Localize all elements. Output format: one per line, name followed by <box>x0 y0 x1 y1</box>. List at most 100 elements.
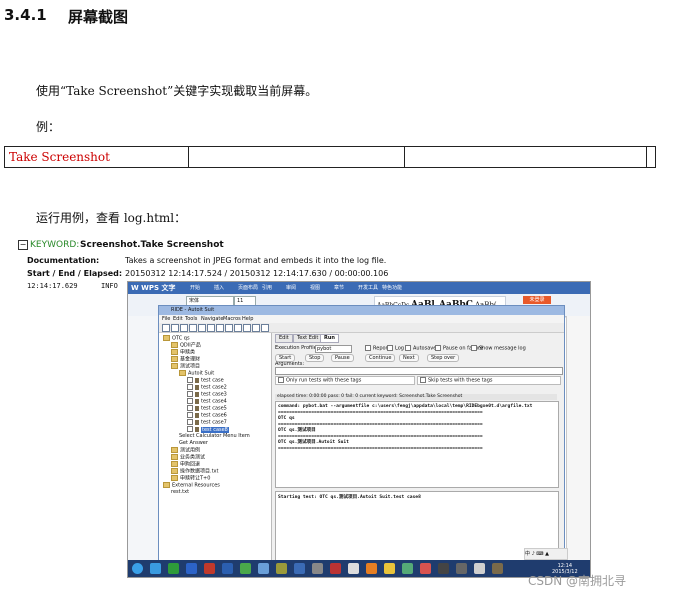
app-icon[interactable] <box>312 563 323 574</box>
tab-run[interactable]: Run <box>320 334 339 343</box>
run-instruction: 运行用例，查看 log.html： <box>36 211 187 225</box>
toolbar-icon[interactable] <box>261 324 269 332</box>
app-icon[interactable] <box>474 563 485 574</box>
tree-item[interactable]: rest.txt <box>171 489 189 496</box>
folder-icon <box>163 335 170 341</box>
option-checkbox[interactable] <box>387 345 393 351</box>
app-icon[interactable] <box>366 563 377 574</box>
tree-item-label: 申赎转让T+0 <box>180 475 211 482</box>
arguments-input[interactable] <box>275 367 563 375</box>
app-icon[interactable] <box>492 563 503 574</box>
tree-item-label: test case3 <box>201 391 227 398</box>
menu-item-file[interactable]: File <box>162 315 170 323</box>
menu-item-navigate[interactable]: Navigate <box>201 315 223 323</box>
run-button-next[interactable]: Next <box>399 354 419 362</box>
message-log: Starting test: OTC qs.测试项目.Autoit Suit.t… <box>275 491 559 561</box>
wps-tab[interactable]: 开始 <box>190 284 200 291</box>
wps-tab[interactable]: 视图 <box>310 284 320 291</box>
run-button-pause[interactable]: Pause <box>331 354 354 362</box>
tree-item[interactable]: Get Answer <box>179 440 208 447</box>
test-checkbox[interactable] <box>187 384 193 390</box>
app-icon[interactable] <box>240 563 251 574</box>
toolbar-icon[interactable] <box>252 324 260 332</box>
wps-tab[interactable]: 开发工具 <box>358 284 378 291</box>
wps-tab[interactable]: 页面布局 <box>238 284 258 291</box>
app-icon[interactable] <box>258 563 269 574</box>
app-icon[interactable] <box>168 563 179 574</box>
folder-icon <box>171 447 178 453</box>
app-icon[interactable] <box>402 563 413 574</box>
toolbar-icon[interactable] <box>207 324 215 332</box>
folder-icon[interactable] <box>384 563 395 574</box>
test-checkbox[interactable] <box>187 426 193 432</box>
wps-tab[interactable]: 审阅 <box>286 284 296 291</box>
run-option[interactable]: Show message log <box>471 345 526 353</box>
app-icon[interactable] <box>186 563 197 574</box>
toolbar-icon[interactable] <box>198 324 206 332</box>
test-checkbox[interactable] <box>187 398 193 404</box>
toolbar-icon[interactable] <box>171 324 179 332</box>
toolbar-icon[interactable] <box>243 324 251 332</box>
tree-item-label: Select Calculator Menu Item <box>179 433 250 439</box>
app-icon[interactable] <box>456 563 467 574</box>
toolbar-icon[interactable] <box>225 324 233 332</box>
toolbar-icon[interactable] <box>162 324 170 332</box>
toolbar-icon[interactable] <box>216 324 224 332</box>
run-button-start[interactable]: Start <box>275 354 296 362</box>
watermark: CSDN @南拥北寻 <box>528 574 627 588</box>
log-entry-time: 12:14:17.629 <box>27 282 78 290</box>
option-checkbox[interactable] <box>405 345 411 351</box>
execution-profile-select[interactable]: pybot <box>315 345 352 353</box>
menu-item-tools[interactable]: Tools <box>185 315 197 323</box>
test-checkbox[interactable] <box>187 405 193 411</box>
collapse-toggle-icon[interactable]: − <box>18 240 28 250</box>
test-checkbox[interactable] <box>187 391 193 397</box>
wps-tab[interactable]: 插入 <box>214 284 224 291</box>
tree-item[interactable]: Select Calculator Menu Item <box>179 433 250 440</box>
exclude-tags-checkbox[interactable] <box>420 377 426 383</box>
tab-edit[interactable]: Edit <box>275 334 293 343</box>
run-option[interactable]: Log <box>387 345 404 353</box>
run-button-stop[interactable]: Stop <box>305 354 325 362</box>
exclude-tags-filter[interactable]: Skip tests with these tags <box>417 376 561 385</box>
run-button-continue[interactable]: Continue <box>365 354 396 362</box>
option-checkbox[interactable] <box>365 345 371 351</box>
menu-item-help[interactable]: Help <box>242 315 253 323</box>
calendar-icon[interactable] <box>420 563 431 574</box>
run-option[interactable]: Autosave <box>405 345 436 353</box>
test-checkbox[interactable] <box>187 412 193 418</box>
intro-paragraph: 使用“Take Screenshot”关键字实现截取当前屏幕。 <box>36 84 318 98</box>
input-method-tray[interactable]: 中 ♪ ⌨ ▲ <box>524 548 568 560</box>
wps-writer-icon[interactable] <box>294 563 305 574</box>
toolbar-icon[interactable] <box>189 324 197 332</box>
toolbar-icon[interactable] <box>180 324 188 332</box>
run-button-step-over[interactable]: Step over <box>427 354 460 362</box>
wps-tab[interactable]: 引用 <box>262 284 272 291</box>
start-button-icon[interactable] <box>132 563 143 574</box>
test-checkbox[interactable] <box>187 377 193 383</box>
include-tags-checkbox[interactable] <box>278 377 284 383</box>
tree-item-label: 申赎类 <box>180 349 196 356</box>
menu-item-edit[interactable]: Edit <box>173 315 183 323</box>
test-checkbox[interactable] <box>187 419 193 425</box>
option-checkbox[interactable] <box>471 345 477 351</box>
app-icon[interactable] <box>204 563 215 574</box>
console-icon[interactable] <box>438 563 449 574</box>
run-option[interactable]: Report <box>365 345 390 353</box>
tree-item-label: 操作数据项目.txt <box>180 468 219 475</box>
browser-icon[interactable] <box>150 563 161 574</box>
save-icon[interactable] <box>222 563 233 574</box>
option-checkbox[interactable] <box>435 345 441 351</box>
wps-tab[interactable]: 特色功能 <box>382 284 402 291</box>
wps-tab[interactable]: 章节 <box>334 284 344 291</box>
elapsed-value: 20150312 12:14:17.524 / 20150312 12:14:1… <box>125 269 389 278</box>
menu-item-macros[interactable]: Macros <box>223 315 241 323</box>
option-label: Log <box>395 345 404 352</box>
app-icon[interactable] <box>330 563 341 574</box>
login-button[interactable]: 未登录 <box>523 296 551 304</box>
app-icon[interactable] <box>348 563 359 574</box>
toolbar-icon[interactable] <box>234 324 242 332</box>
include-tags-filter[interactable]: Only run tests with these tags <box>275 376 415 385</box>
tab-text-edit[interactable]: Text Edit <box>293 334 323 343</box>
app-icon[interactable] <box>276 563 287 574</box>
